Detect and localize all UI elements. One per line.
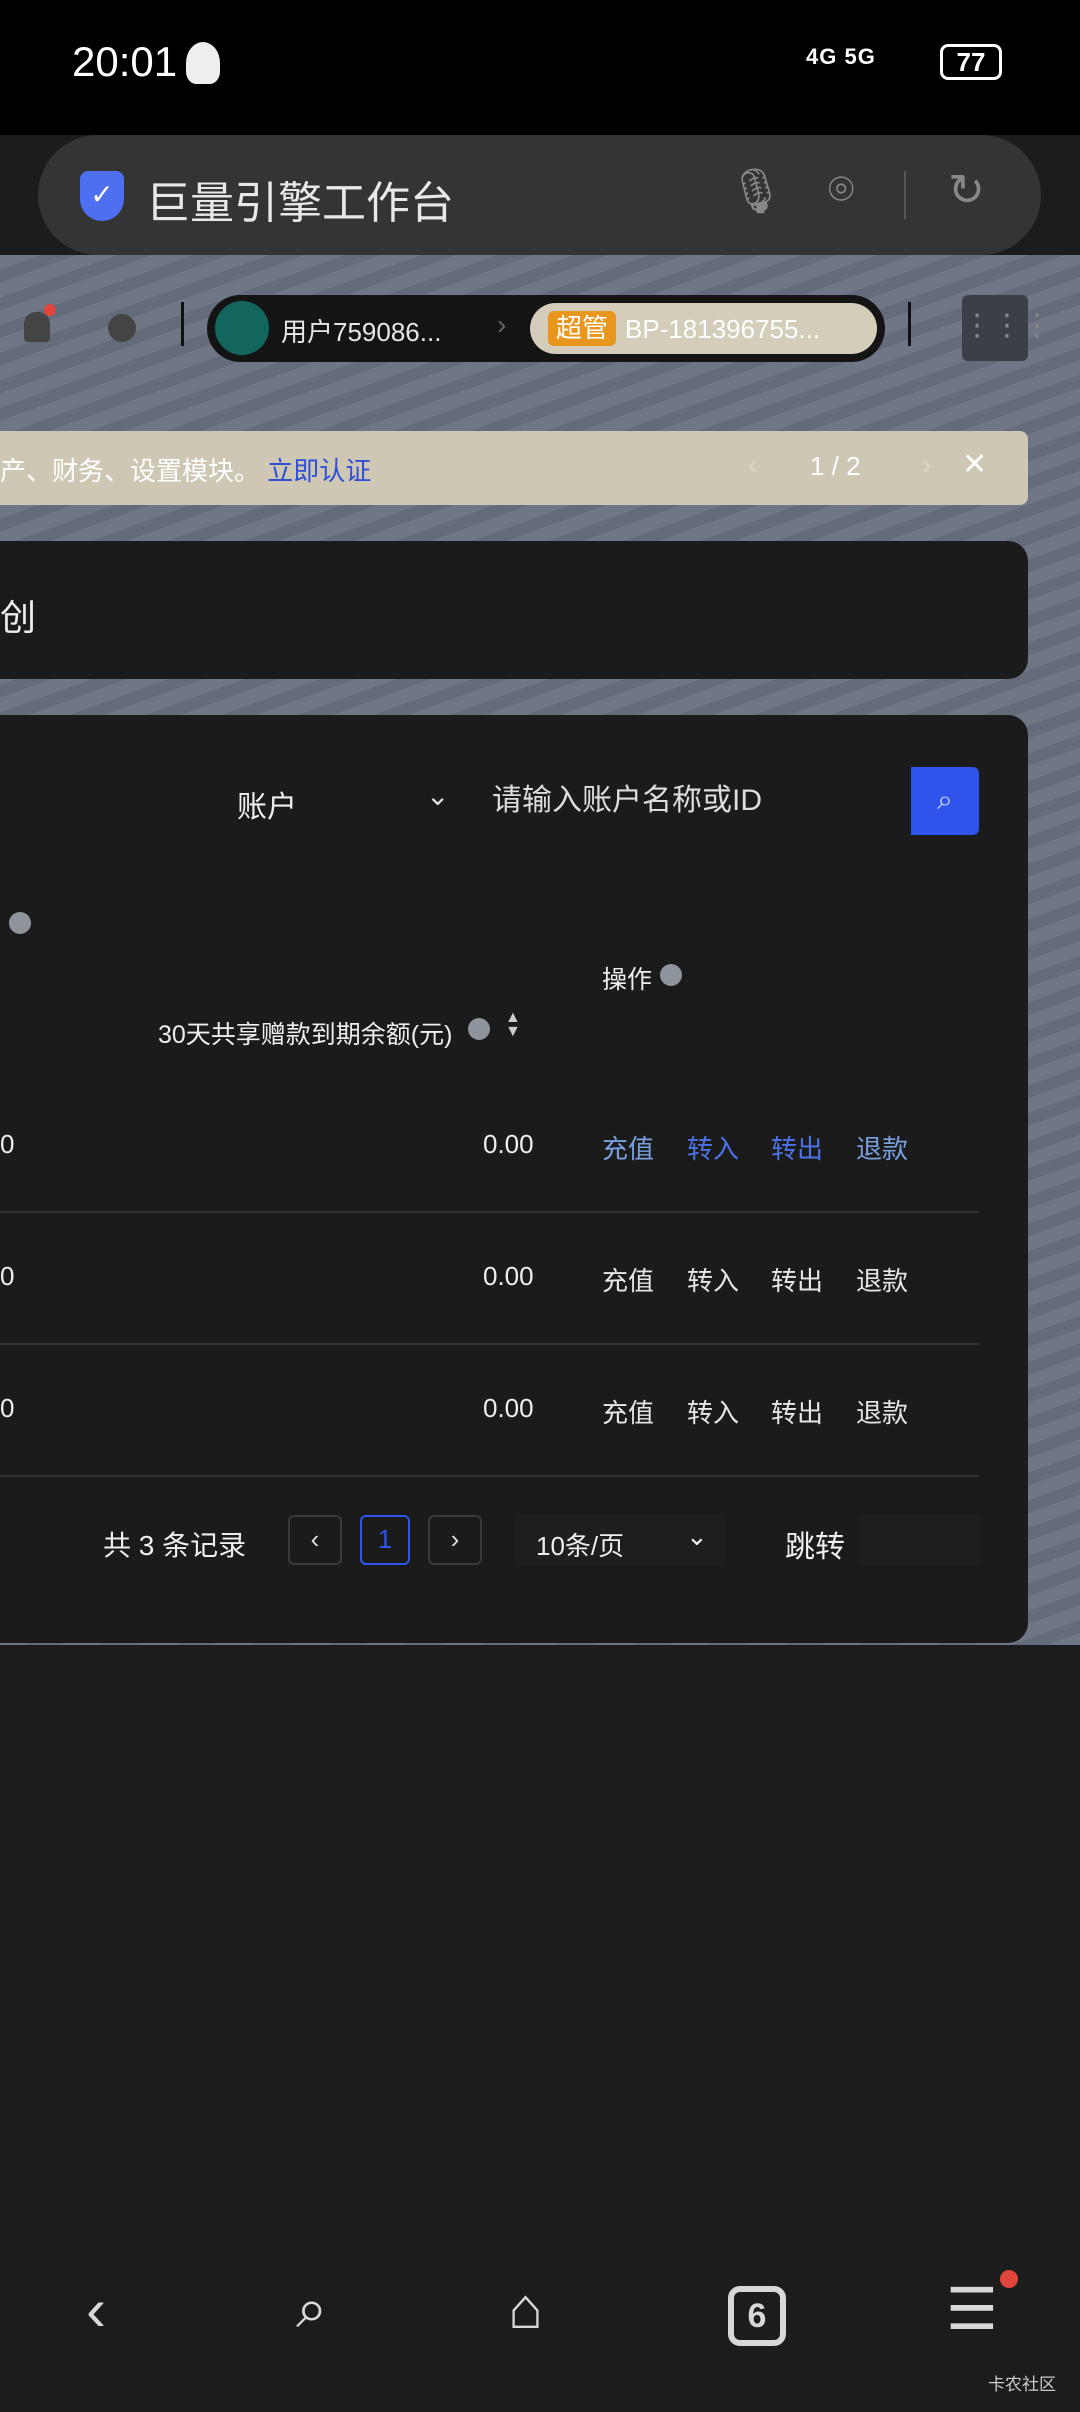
table-row: 0 0.00 充值 转入 转出 退款 [0, 1213, 979, 1345]
chevron-right-icon: › [497, 309, 507, 340]
transfer-in-link[interactable]: 转入 [687, 1129, 739, 1166]
page-title: 巨量引擎工作台 [146, 179, 454, 228]
next-page-button[interactable]: › [428, 1515, 482, 1565]
cell: 0 [0, 1393, 15, 1423]
sort-icon[interactable]: ▲ ▼ [505, 1010, 521, 1040]
banner-message: 产、财务、设置模块。 [0, 456, 261, 486]
refresh-icon[interactable]: ↻ [948, 165, 985, 216]
jump-page-input[interactable] [860, 1515, 980, 1565]
tabs-button[interactable]: 6 [728, 2286, 786, 2346]
recharge-link[interactable]: 充值 [602, 1393, 654, 1430]
verify-link[interactable]: 立即认证 [267, 456, 371, 486]
bell-icon[interactable] [24, 312, 50, 342]
recharge-link[interactable]: 充值 [602, 1129, 654, 1166]
shield-check-icon: ✓ [80, 171, 124, 221]
jump-label: 跳转 [785, 1531, 845, 1564]
status-bar: 20:01 4G 5G 77 [0, 0, 1080, 135]
refund-link[interactable]: 退款 [856, 1393, 908, 1430]
account-selector[interactable]: 超管 BP-181396755... [530, 303, 877, 354]
divider [908, 302, 911, 346]
divider [904, 171, 906, 219]
column-header-expiring: 30天共享赠款到期余额(元) [158, 1021, 453, 1049]
banner-text: 产、财务、设置模块。 立即认证 [0, 451, 371, 488]
help-icon[interactable] [660, 964, 682, 986]
help-icon[interactable] [468, 1018, 490, 1040]
help-icon[interactable] [108, 314, 136, 342]
total-records: 共 3 条记录 [103, 1530, 247, 1561]
prev-page-button[interactable]: ‹ [288, 1515, 342, 1565]
clock: 20:01 [72, 38, 178, 85]
role-badge: 超管 [548, 311, 617, 346]
qq-notification-icon [186, 42, 220, 84]
search-input[interactable] [480, 767, 910, 835]
cell-expiring: 0.00 [483, 1129, 534, 1159]
transfer-out-link[interactable]: 转出 [771, 1393, 823, 1430]
transfer-in-link[interactable]: 转入 [687, 1393, 739, 1430]
next-notice-icon[interactable]: › [922, 449, 931, 481]
account-id: BP-181396755... [625, 314, 821, 344]
back-icon[interactable]: ‹ [86, 2275, 106, 2344]
signal-icon: 4G 5G [806, 44, 876, 69]
notice-banner: 产、财务、设置模块。 立即认证 ‹ 1 / 2 › ✕ [0, 431, 1028, 505]
page-size-value: 10条/页 [536, 1531, 625, 1561]
accounts-card: 账户 ⌄ ⌕ 操作 30天共享赠款到期余额(元) ▲▼ 0 0.00 充值 转入… [0, 715, 1028, 1643]
refund-link[interactable]: 退款 [856, 1261, 908, 1298]
welcome-card: 创 [0, 541, 1028, 679]
refund-link[interactable]: 退款 [856, 1129, 908, 1166]
mic-icon[interactable]: 🎙︎ [728, 165, 784, 217]
card-title: 创 [0, 597, 37, 638]
notification-dot [44, 304, 56, 316]
table-row: 0 0.00 充值 转入 转出 退款 [0, 1081, 979, 1213]
user-name[interactable]: 用户759086... [281, 312, 441, 349]
page-size-select[interactable]: 10条/页 ⌄ [514, 1515, 726, 1565]
cell-expiring: 0.00 [483, 1393, 534, 1423]
table-row: 0 0.00 充值 转入 转出 退款 [0, 1345, 979, 1477]
search-button[interactable]: ⌕ [911, 767, 979, 835]
chevron-down-icon[interactable]: ⌄ [426, 779, 449, 812]
help-icon[interactable] [9, 912, 31, 934]
home-icon[interactable]: ⌂ [508, 2275, 543, 2342]
filter-type-select[interactable]: 账户 [237, 782, 297, 826]
cell-expiring: 0.00 [483, 1261, 534, 1291]
page-1-button[interactable]: 1 [360, 1515, 410, 1565]
search-icon[interactable]: ⌕ [296, 2275, 327, 2342]
close-icon[interactable]: ✕ [962, 447, 987, 482]
divider [181, 302, 184, 346]
battery-icon: 77 [940, 44, 1002, 80]
watermark: 卡农社区 [988, 2375, 1056, 2394]
transfer-out-link[interactable]: 转出 [771, 1261, 823, 1298]
apps-grid-icon[interactable]: ⋮⋮⋮ [962, 295, 1052, 361]
transfer-in-link[interactable]: 转入 [687, 1261, 739, 1298]
column-header-actions: 操作 [602, 966, 653, 994]
prev-notice-icon[interactable]: ‹ [748, 449, 757, 481]
address-bar[interactable]: ✓ 巨量引擎工作台 🎙︎ ⌾ ↻ [38, 135, 1041, 255]
cell: 0 [0, 1129, 15, 1159]
avatar [215, 301, 269, 355]
menu-icon[interactable]: ☰ [946, 2275, 998, 2343]
camera-icon[interactable]: ⌾ [828, 165, 854, 215]
chevron-down-icon: ⌄ [686, 1521, 708, 1551]
transfer-out-link[interactable]: 转出 [771, 1129, 823, 1166]
notification-dot [1000, 2270, 1018, 2288]
cell: 0 [0, 1261, 15, 1291]
notice-pager: 1 / 2 [810, 451, 861, 481]
account-switcher[interactable]: 用户759086... › 超管 BP-181396755... [207, 295, 885, 362]
recharge-link[interactable]: 充值 [602, 1261, 654, 1298]
